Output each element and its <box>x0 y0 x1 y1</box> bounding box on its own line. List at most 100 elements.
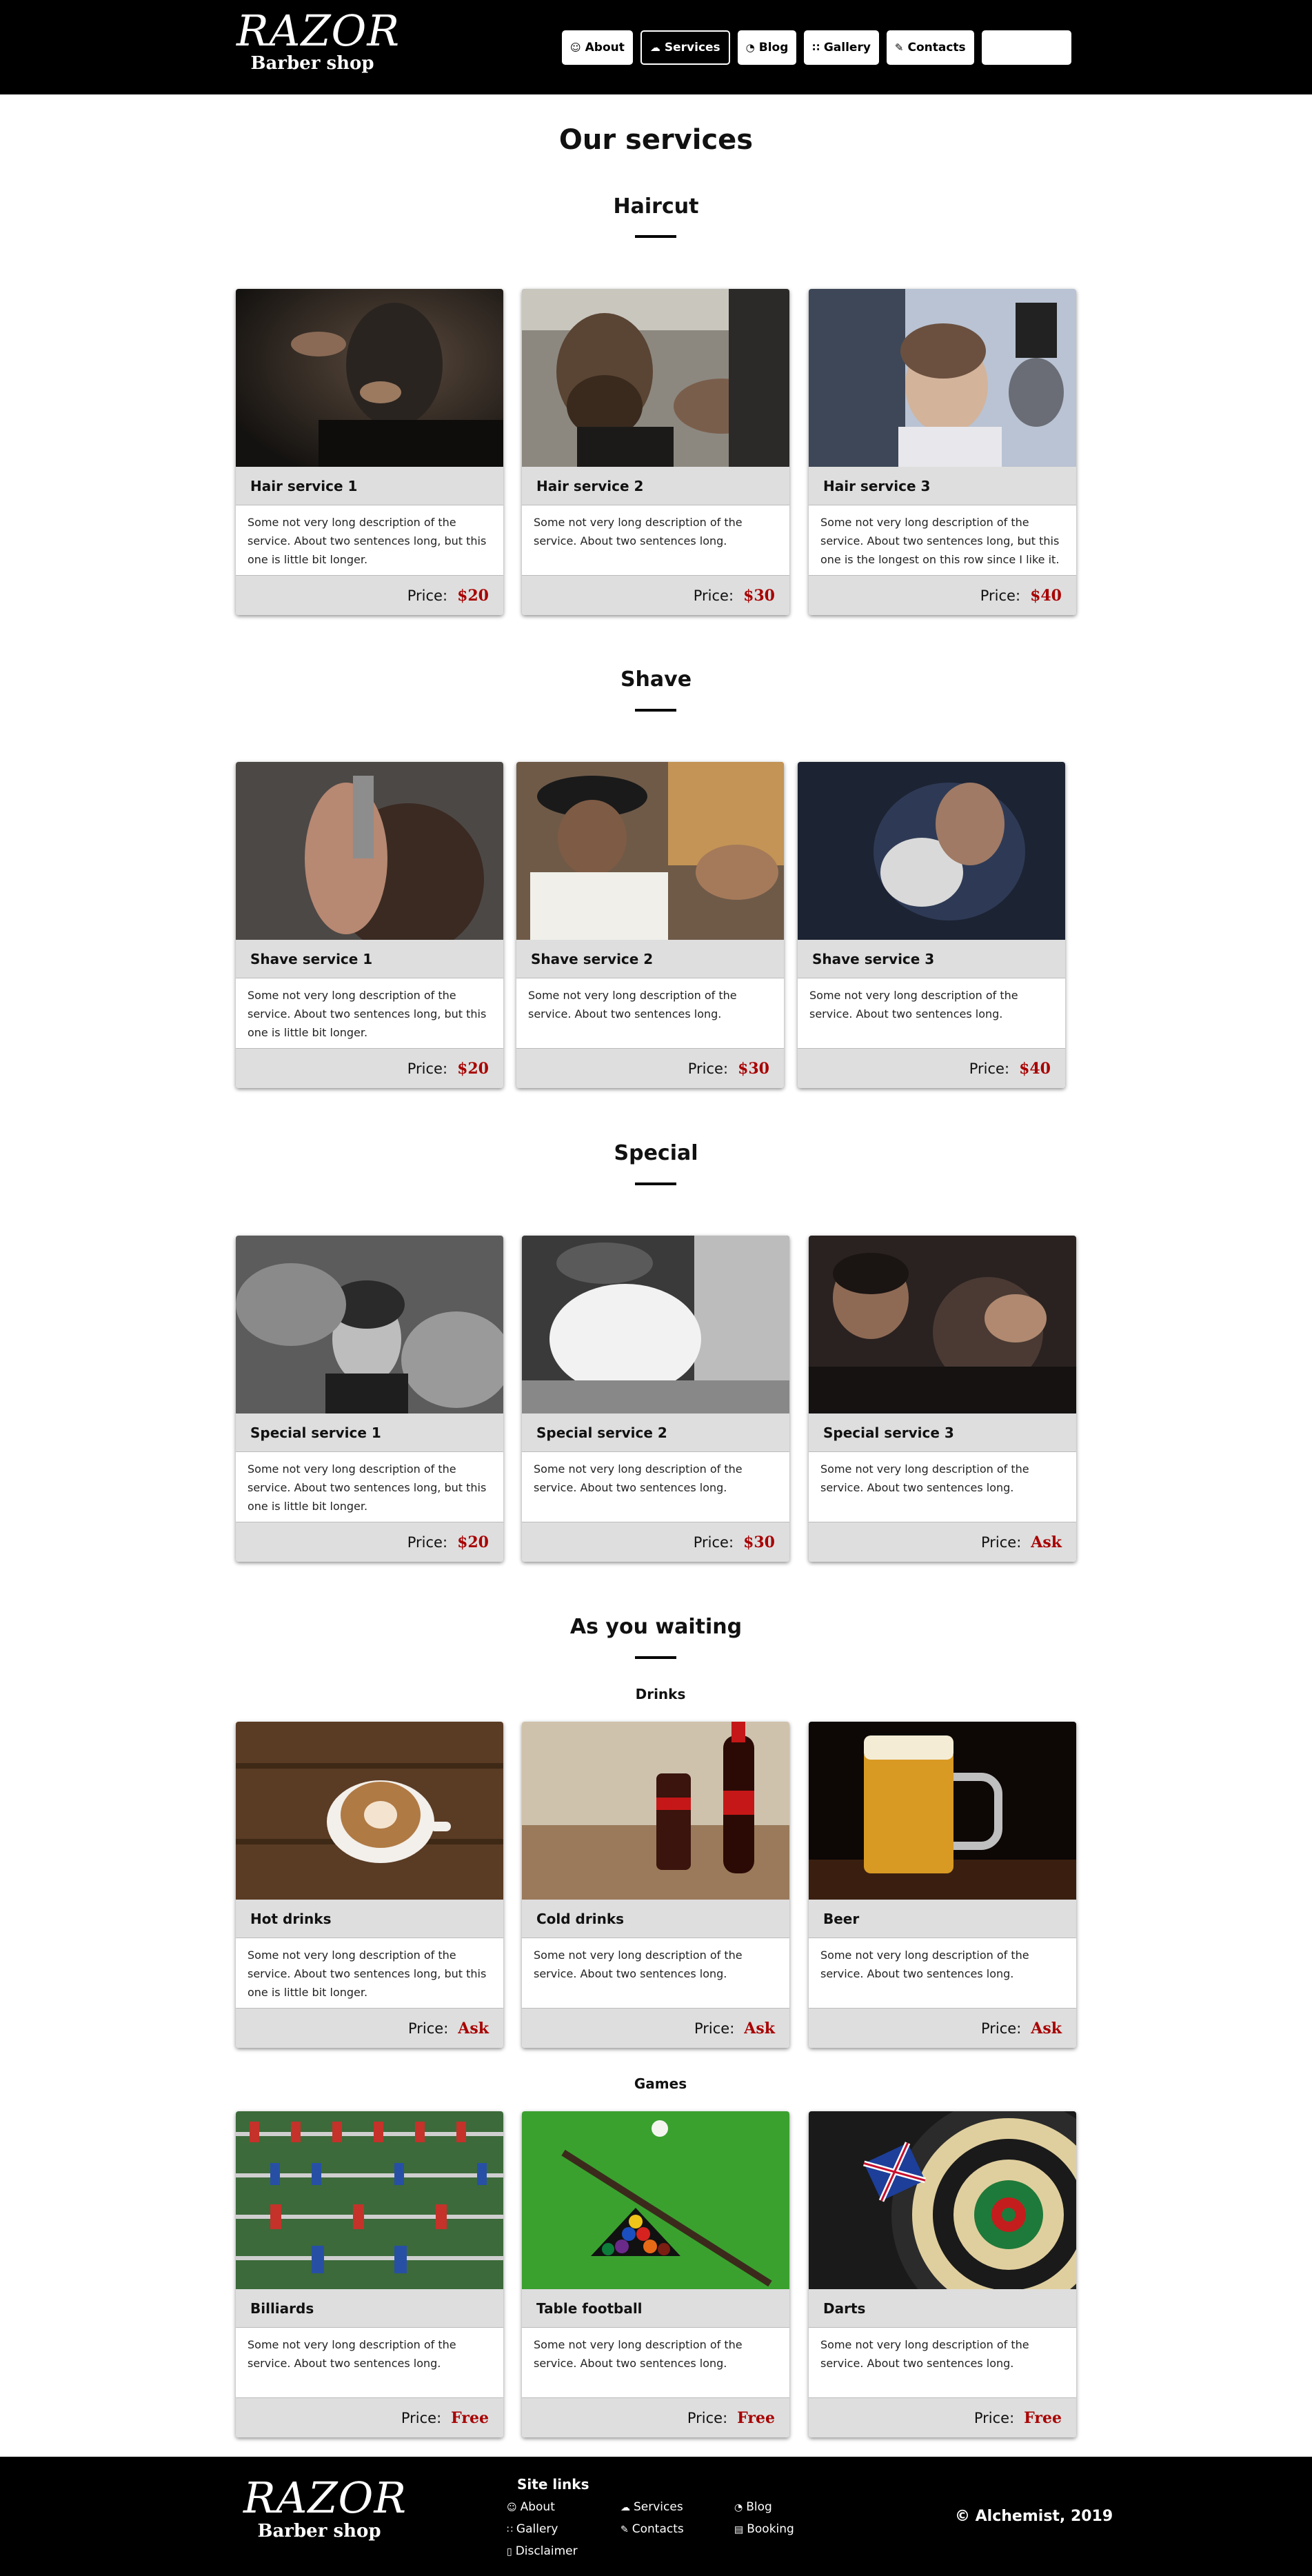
card-title: Hair service 3 <box>809 467 1076 505</box>
card-title: Shave service 1 <box>236 940 503 978</box>
service-card[interactable]: Special service 2 Some not very long des… <box>522 1236 789 1562</box>
footer-logo-title: RAZOR <box>243 2473 407 2523</box>
footer-link-services[interactable]: ☁ Services <box>620 2500 683 2514</box>
service-card[interactable]: Special service 3 Some not very long des… <box>809 1236 1076 1562</box>
service-card[interactable]: Hair service 3 Some not very long descri… <box>809 289 1076 615</box>
main-nav: ☺ About ☁ Services ◔ Blog ∷ Gallery ✎ Contact… <box>562 30 1071 65</box>
price-label: Price: <box>980 1534 1022 1551</box>
nav-contacts-label: Contacts <box>907 41 966 54</box>
card-title: Special service 2 <box>522 1413 789 1452</box>
service-card[interactable]: Shave service 2 Some not very long descr… <box>516 762 784 1088</box>
service-card[interactable]: Special service 1 Some not very long des… <box>236 1236 503 1562</box>
card-description: Some not very long description of the se… <box>248 1462 487 1513</box>
footer-link-about[interactable]: ☺ About <box>507 2500 555 2514</box>
section-divider <box>635 235 676 238</box>
card-description: Some not very long description of the se… <box>820 2338 1029 2370</box>
card-title: Hot drinks <box>236 1900 503 1938</box>
logo-subtitle: Barber shop <box>250 53 374 74</box>
edit-icon: ✎ <box>894 41 904 54</box>
nav-contacts-button[interactable]: ✎ Contacts <box>886 30 974 65</box>
service-card[interactable]: Beer Some not very long description of t… <box>809 1722 1076 2048</box>
price-label: Price: <box>693 587 734 604</box>
nav-blank-button[interactable] <box>981 30 1071 65</box>
service-card[interactable]: Hair service 1 Some not very long descri… <box>236 289 503 615</box>
card-price-bar: Price: $20 <box>236 1048 503 1088</box>
card-price-bar: Price: $30 <box>522 575 789 615</box>
service-card[interactable]: Shave service 1 Some not very long descr… <box>236 762 503 1088</box>
card-title: Shave service 2 <box>516 940 784 978</box>
footer-link-contacts[interactable]: ✎ Contacts <box>620 2522 684 2536</box>
card-description: Some not very long description of the se… <box>534 516 743 547</box>
section-divider <box>635 1183 676 1185</box>
card-photo <box>522 2111 789 2289</box>
price-label: Price: <box>687 2410 728 2426</box>
service-card[interactable]: Darts Some not very long description of … <box>809 2111 1076 2437</box>
card-price-bar: Price: Ask <box>236 2008 503 2048</box>
price-value: Ask <box>458 2020 489 2037</box>
service-card[interactable]: Cold drinks Some not very long descripti… <box>522 1722 789 2048</box>
footer-logo[interactable]: RAZOR Barber shop <box>243 2473 407 2542</box>
card-description: Some not very long description of the se… <box>248 1949 487 1999</box>
footer-links-heading: Site links <box>517 2476 589 2493</box>
footer-link-label: Booking <box>747 2522 794 2536</box>
card-photo <box>809 1236 1076 1413</box>
service-card[interactable]: Hot drinks Some not very long descriptio… <box>236 1722 503 2048</box>
user-icon: ☺ <box>507 2502 517 2513</box>
footer-link-gallery[interactable]: ∷ Gallery <box>507 2522 558 2536</box>
footer-logo-subtitle: Barber shop <box>257 2521 381 2542</box>
price-value: $30 <box>743 1533 775 1551</box>
card-photo <box>809 1722 1076 1900</box>
file-icon: ▯ <box>507 2546 512 2557</box>
grid-icon: ∷ <box>507 2524 513 2535</box>
service-card[interactable]: Hair service 2 Some not very long descri… <box>522 289 789 615</box>
ticket-icon: ▤ <box>734 2524 744 2535</box>
card-photo <box>236 289 503 467</box>
card-title: Shave service 3 <box>798 940 1065 978</box>
footer-link-disclaimer[interactable]: ▯ Disclaimer <box>507 2544 578 2558</box>
price-value: $20 <box>457 587 489 605</box>
price-label: Price: <box>407 2020 449 2037</box>
price-label: Price: <box>687 1060 729 1077</box>
card-price-bar: Price: Free <box>809 2397 1076 2437</box>
card-description: Some not very long description of the se… <box>820 516 1060 566</box>
card-photo <box>798 762 1065 940</box>
footer-link-blog[interactable]: ◔ Blog <box>734 2500 772 2514</box>
footer-link-booking[interactable]: ▤ Booking <box>734 2522 794 2536</box>
card-description: Some not very long description of the se… <box>534 1949 743 1980</box>
card-title: Table football <box>522 2289 789 2328</box>
price-value: $40 <box>1019 1060 1051 1078</box>
service-card[interactable]: Shave service 3 Some not very long descr… <box>798 762 1065 1088</box>
card-price-bar: Price: Ask <box>809 2008 1076 2048</box>
card-price-bar: Price: $20 <box>236 575 503 615</box>
footer-link-label: About <box>520 2500 555 2514</box>
subsection-title-drinks: Drinks <box>635 1686 686 1702</box>
site-logo[interactable]: RAZOR Barber shop <box>236 10 399 74</box>
copyright: © Alchemist, 2019 <box>955 2508 1113 2525</box>
card-price-bar: Price: $30 <box>522 1522 789 1562</box>
card-title: Darts <box>809 2289 1076 2328</box>
service-card[interactable]: Billiards Some not very long description… <box>236 2111 503 2437</box>
price-label: Price: <box>693 1534 734 1551</box>
nav-services-button[interactable]: ☁ Services <box>640 30 730 65</box>
price-value: Free <box>737 2409 775 2427</box>
price-value: Ask <box>1031 1533 1062 1551</box>
card-price-bar: Price: $40 <box>809 575 1076 615</box>
user-icon: ☺ <box>570 41 581 54</box>
card-photo <box>522 1722 789 1900</box>
card-title: Cold drinks <box>522 1900 789 1938</box>
card-photo <box>236 1722 503 1900</box>
price-label: Price: <box>694 2020 735 2037</box>
subsection-title-games: Games <box>634 2075 687 2092</box>
nav-blog-button[interactable]: ◔ Blog <box>737 30 797 65</box>
card-description: Some not very long description of the se… <box>248 2338 456 2370</box>
card-price-bar: Price: Ask <box>522 2008 789 2048</box>
card-photo <box>809 289 1076 467</box>
nav-about-button[interactable]: ☺ About <box>562 30 633 65</box>
price-value: $20 <box>457 1060 489 1078</box>
price-label: Price: <box>980 2020 1022 2037</box>
price-value: Ask <box>1031 2020 1062 2037</box>
card-description: Some not very long description of the se… <box>820 1949 1029 1980</box>
service-card[interactable]: Table football Some not very long descri… <box>522 2111 789 2437</box>
price-label: Price: <box>407 587 448 604</box>
nav-gallery-button[interactable]: ∷ Gallery <box>804 30 879 65</box>
